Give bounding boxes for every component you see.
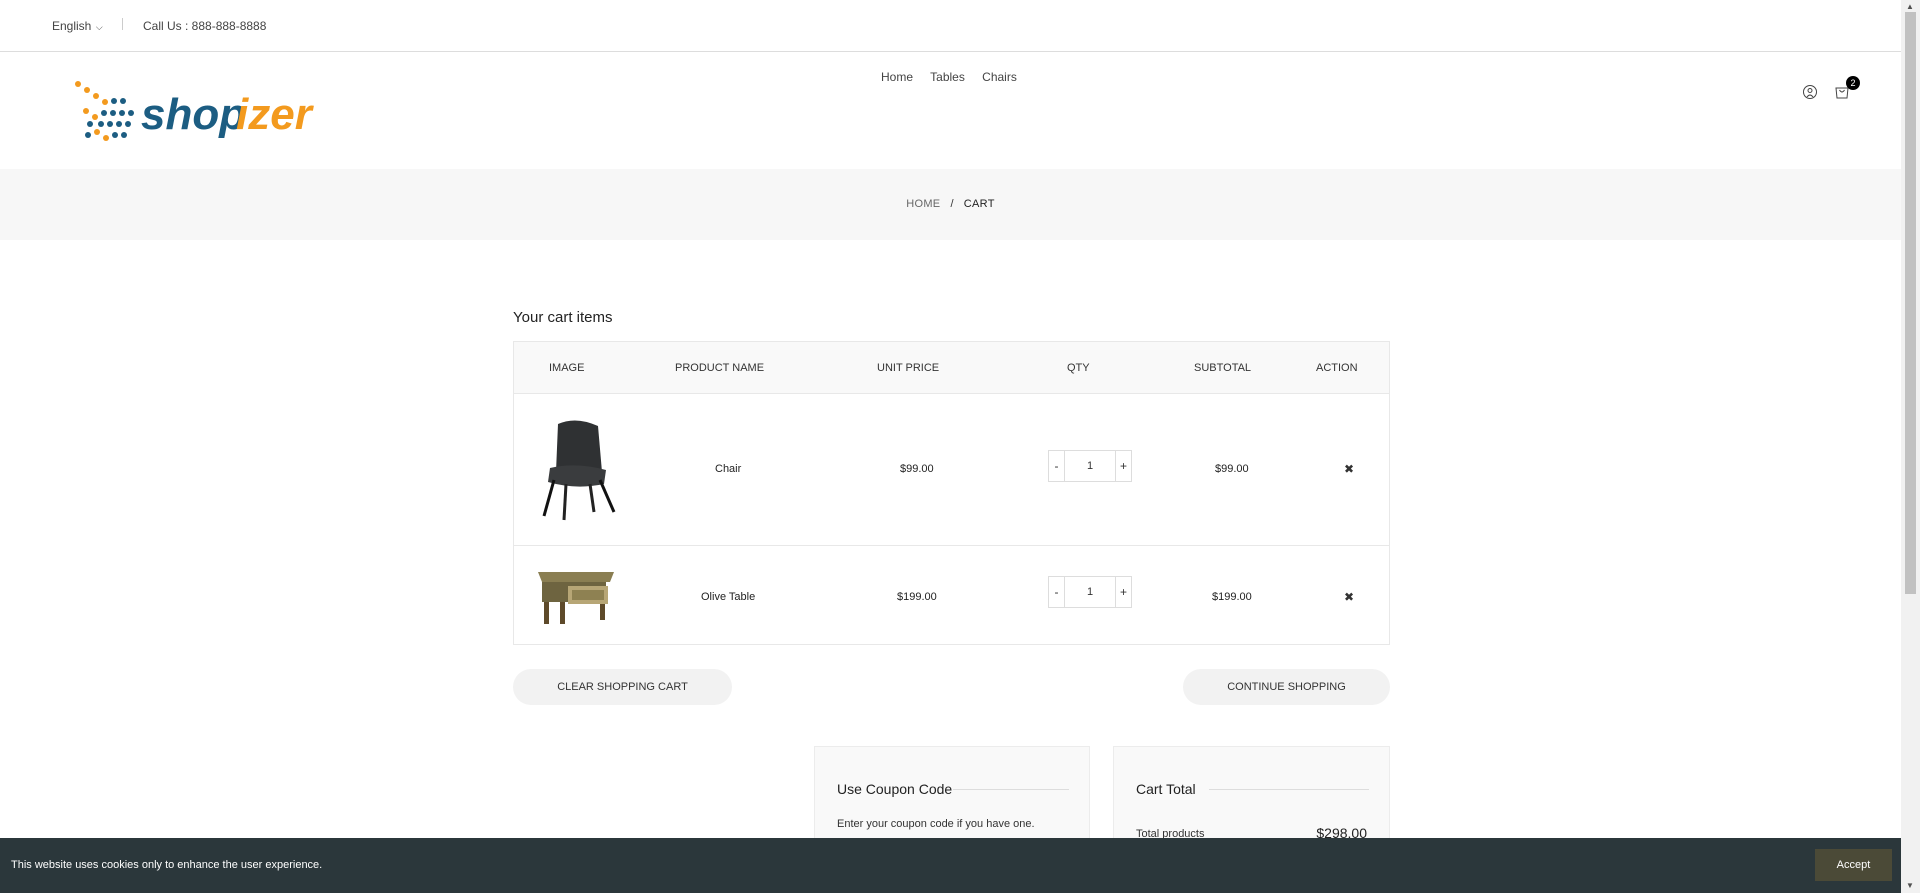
language-selector[interactable]: English ⌵ [52, 19, 103, 33]
header-action: ACTION [1316, 362, 1358, 374]
breadcrumb: HOME / CART [0, 198, 1901, 210]
coupon-instructions: Enter your coupon code if you have one. [837, 818, 1035, 830]
cookie-message: This website uses cookies only to enhanc… [11, 859, 323, 871]
account-icon[interactable] [1800, 82, 1820, 102]
qty-decrease-button[interactable]: - [1049, 577, 1065, 607]
top-bar: English ⌵ Call Us : 888-888-8888 [0, 0, 1901, 52]
svg-text:izer: izer [236, 90, 315, 139]
remove-item-icon[interactable]: ✖ [1344, 462, 1354, 476]
cookie-banner: This website uses cookies only to enhanc… [0, 838, 1901, 893]
scrollbar-thumb[interactable] [1905, 12, 1916, 594]
qty-increase-button[interactable]: + [1115, 577, 1131, 607]
header-product-name: PRODUCT NAME [675, 362, 765, 374]
unit-price: $99.00 [900, 463, 934, 475]
quantity-input[interactable] [1065, 451, 1115, 481]
breadcrumb-home[interactable]: HOME [906, 198, 940, 210]
chevron-down-icon: ⌵ [93, 22, 103, 32]
scrollbar[interactable]: ▲ ▼ [1901, 0, 1920, 893]
unit-price: $199.00 [897, 591, 937, 603]
qty-decrease-button[interactable]: - [1049, 451, 1065, 481]
quantity-stepper: - + [1048, 576, 1132, 608]
call-us-text: Call Us : 888-888-8888 [143, 19, 267, 33]
shopizer-logo[interactable]: shop izer [74, 77, 324, 147]
header-subtotal: SUBTOTAL [1194, 362, 1252, 374]
qty-increase-button[interactable]: + [1115, 451, 1131, 481]
header-qty: QTY [1067, 362, 1090, 374]
product-image-chair[interactable] [536, 416, 616, 524]
nav-tables[interactable]: Tables [930, 70, 965, 84]
breadcrumb-band: HOME / CART [0, 169, 1901, 240]
divider [953, 789, 1069, 790]
table-header: IMAGE PRODUCT NAME UNIT PRICE QTY SUBTOT… [514, 342, 1389, 394]
cart-count-badge: 2 [1846, 76, 1860, 90]
table-row: Olive Table $199.00 - + $199.00 ✖ [514, 546, 1389, 644]
site-header: shop izer Home Tables Chairs 2 [0, 52, 1901, 169]
breadcrumb-current: CART [963, 198, 995, 210]
quantity-input[interactable] [1065, 577, 1115, 607]
subtotal: $199.00 [1212, 591, 1252, 603]
svg-text:shop: shop [141, 90, 246, 139]
cart-table: IMAGE PRODUCT NAME UNIT PRICE QTY SUBTOT… [513, 341, 1390, 645]
clear-cart-button[interactable]: CLEAR SHOPPING CART [513, 669, 732, 705]
header-image: IMAGE [549, 362, 585, 374]
language-label: English [52, 19, 92, 33]
main-nav: Home Tables Chairs [881, 70, 1031, 84]
cart-title: Your cart items [513, 309, 613, 326]
cart-total-title: Cart Total [1136, 781, 1196, 797]
breadcrumb-separator: / [950, 198, 954, 210]
remove-item-icon[interactable]: ✖ [1344, 590, 1354, 604]
coupon-title: Use Coupon Code [837, 781, 953, 797]
cart-icon[interactable]: 2 [1832, 76, 1860, 102]
product-name[interactable]: Chair [715, 463, 741, 475]
table-row: Chair $99.00 - + $99.00 ✖ [514, 394, 1389, 546]
subtotal: $99.00 [1215, 463, 1249, 475]
divider [1209, 789, 1369, 790]
quantity-stepper: - + [1048, 450, 1132, 482]
scroll-up-icon[interactable]: ▲ [1906, 2, 1914, 11]
divider [122, 18, 123, 30]
product-name[interactable]: Olive Table [701, 591, 755, 603]
nav-home[interactable]: Home [881, 70, 913, 84]
scroll-down-icon[interactable]: ▼ [1906, 881, 1914, 890]
accept-cookies-button[interactable]: Accept [1815, 849, 1892, 881]
header-unit-price: UNIT PRICE [877, 362, 940, 374]
product-image-olive-table[interactable] [536, 568, 616, 624]
logo-dots-icon: shop izer [75, 81, 315, 141]
nav-chairs[interactable]: Chairs [982, 70, 1017, 84]
continue-shopping-button[interactable]: CONTINUE SHOPPING [1183, 669, 1390, 705]
